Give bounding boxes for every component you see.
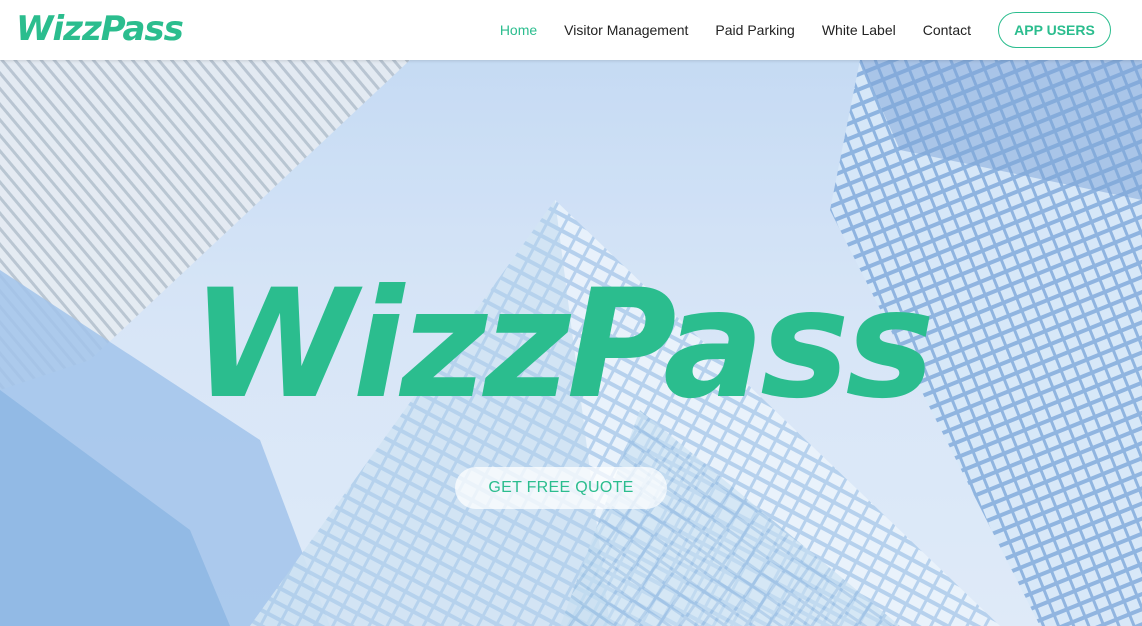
- brand-logo[interactable]: WizzPass: [16, 4, 184, 54]
- nav-item-white-label[interactable]: White Label: [822, 22, 896, 38]
- nav-item-contact[interactable]: Contact: [923, 22, 971, 38]
- get-free-quote-button[interactable]: GET FREE QUOTE: [455, 467, 667, 509]
- app-users-button[interactable]: APP USERS: [998, 12, 1111, 48]
- hero-section: WizzPass GET FREE QUOTE: [0, 60, 1142, 626]
- nav-item-paid-parking[interactable]: Paid Parking: [715, 22, 794, 38]
- hero-title: WizzPass: [191, 258, 935, 432]
- nav-item-visitor-management[interactable]: Visitor Management: [564, 22, 688, 38]
- nav-menu: Home Visitor Management Paid Parking Whi…: [500, 0, 1142, 60]
- nav-item-home[interactable]: Home: [500, 22, 537, 38]
- top-navbar: WizzPass Home Visitor Management Paid Pa…: [0, 0, 1142, 60]
